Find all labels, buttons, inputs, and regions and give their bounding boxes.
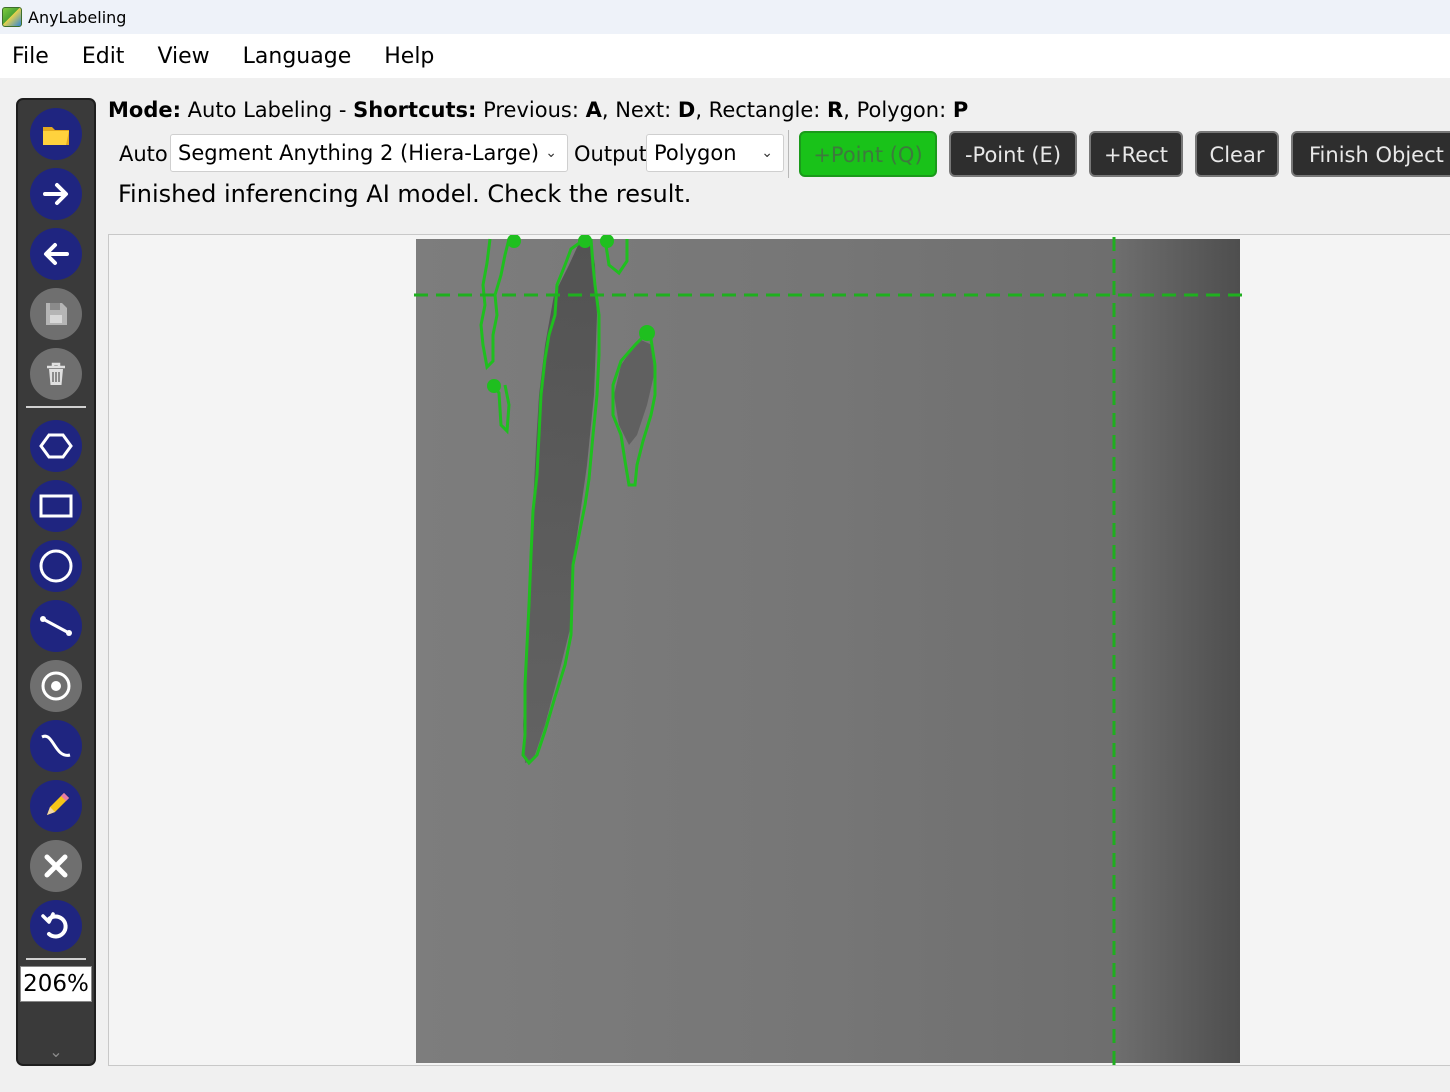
shortcut-rectangle-text: , Rectangle: — [695, 98, 828, 122]
open-folder-button[interactable] — [30, 108, 82, 160]
create-circle-button[interactable] — [30, 540, 82, 592]
arrow-left-icon — [44, 243, 69, 265]
target-point-icon — [41, 671, 71, 701]
curve-icon — [41, 734, 71, 757]
window-title: AnyLabeling — [28, 7, 127, 27]
create-polygon-button[interactable] — [30, 420, 82, 472]
remove-point-button[interactable]: -Point (E) — [949, 131, 1077, 177]
menu-file[interactable]: File — [12, 44, 49, 69]
model-select[interactable]: Segment Anything 2 (Hiera-Large) ⌄ — [170, 134, 568, 172]
output-select-value: Polygon — [654, 141, 737, 165]
title-bar: AnyLabeling — [0, 0, 1450, 34]
hexagon-icon — [39, 433, 73, 459]
shortcut-polygon-text: , Polygon: — [843, 98, 953, 122]
toolbar-divider — [26, 406, 86, 408]
close-icon — [44, 854, 68, 878]
clear-button[interactable]: Clear — [1195, 131, 1279, 177]
shortcut-rectangle-key: R — [827, 98, 844, 122]
mode-label: Mode: — [108, 98, 181, 122]
rectangle-icon — [39, 494, 73, 518]
menu-help[interactable]: Help — [384, 44, 434, 69]
create-line-button[interactable] — [30, 600, 82, 652]
tools-toolbar: 206% ⌄ — [16, 98, 96, 1066]
undo-icon — [41, 912, 68, 939]
chevron-down-icon: ⌄ — [761, 145, 773, 161]
add-rect-button[interactable]: +Rect — [1089, 131, 1183, 177]
shortcut-previous-key: A — [585, 98, 602, 122]
shortcut-polygon-key: P — [952, 98, 969, 122]
chevron-down-icon[interactable]: ⌄ — [46, 1042, 66, 1062]
toolbar-divider — [26, 958, 86, 960]
shortcut-next-text: , Next: — [601, 98, 678, 122]
menu-edit[interactable]: Edit — [82, 44, 125, 69]
shortcut-next-key: D — [677, 98, 696, 122]
app-logo-icon — [2, 7, 22, 27]
mode-shortcuts-line: Mode: Auto Labeling - Shortcuts: Previou… — [108, 98, 968, 122]
edit-brush-button[interactable] — [30, 780, 82, 832]
menu-language[interactable]: Language — [243, 44, 352, 69]
annotation-vertex[interactable] — [639, 325, 655, 341]
annotation-vertex[interactable] — [487, 379, 501, 393]
zoom-level-field[interactable]: 206% — [20, 966, 92, 1002]
status-message: Finished inferencing AI model. Check the… — [118, 180, 692, 208]
menu-view[interactable]: View — [157, 44, 209, 69]
previous-image-button[interactable] — [30, 228, 82, 280]
arrow-right-icon — [43, 183, 68, 205]
save-icon — [46, 303, 67, 325]
finish-object-button[interactable]: Finish Object ( — [1291, 131, 1450, 177]
output-select[interactable]: Polygon ⌄ — [646, 134, 784, 172]
close-button[interactable] — [30, 840, 82, 892]
pencil-icon — [47, 793, 69, 815]
trash-icon — [47, 362, 65, 385]
create-rectangle-button[interactable] — [30, 480, 82, 532]
save-button[interactable] — [30, 288, 82, 340]
controls-divider — [788, 130, 789, 178]
undo-button[interactable] — [30, 900, 82, 952]
canvas-drawing — [414, 235, 1243, 1065]
circle-icon — [39, 549, 73, 583]
menu-bar: File Edit View Language Help — [0, 34, 1450, 78]
chevron-down-icon: ⌄ — [545, 145, 557, 161]
line-icon — [40, 616, 72, 636]
model-select-value: Segment Anything 2 (Hiera-Large) — [178, 141, 540, 165]
output-label: Output — [574, 142, 647, 166]
mode-value: Auto Labeling - — [181, 98, 354, 122]
folder-icon — [43, 127, 69, 145]
auto-label: Auto — [119, 142, 168, 166]
image-canvas[interactable] — [108, 234, 1450, 1066]
shortcuts-label: Shortcuts: — [353, 98, 477, 122]
create-linestrip-button[interactable] — [30, 720, 82, 772]
shortcut-previous-text: Previous: — [476, 98, 586, 122]
add-point-button[interactable]: +Point (Q) — [799, 131, 937, 177]
next-image-button[interactable] — [30, 168, 82, 220]
create-point-button[interactable] — [30, 660, 82, 712]
delete-file-button[interactable] — [30, 348, 82, 400]
auto-labeling-controls: Auto Segment Anything 2 (Hiera-Large) ⌄ … — [118, 130, 1450, 178]
